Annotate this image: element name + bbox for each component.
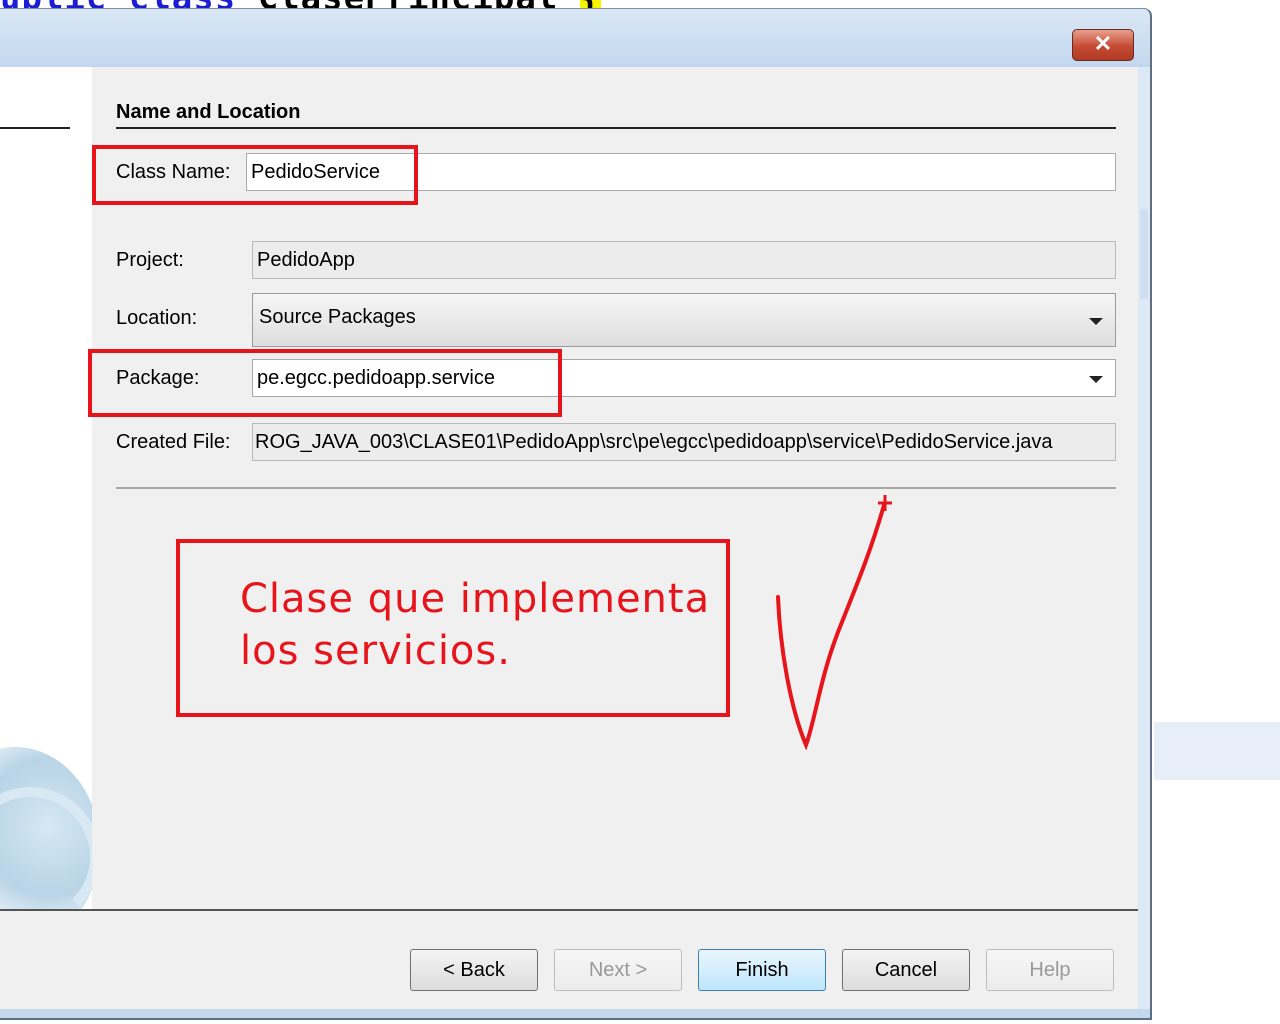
section-rule (116, 127, 1116, 129)
annotation-line-1: Clase que implementa (240, 576, 711, 622)
next-button[interactable]: Next > (554, 949, 682, 991)
new-java-class-dialog: ✕ Name and Location Class Name: PedidoSe… (0, 8, 1152, 1020)
close-icon: ✕ (1093, 31, 1113, 56)
close-button[interactable]: ✕ (1072, 29, 1134, 61)
cancel-button[interactable]: Cancel (842, 949, 970, 991)
created-file-label: Created File: (116, 431, 231, 453)
location-label: Location: (116, 307, 198, 329)
finish-button[interactable]: Finish (698, 949, 826, 991)
help-button[interactable]: Help (986, 949, 1114, 991)
wizard-swoosh-graphic (0, 787, 92, 909)
back-button[interactable]: < Back (410, 949, 538, 991)
class-name-highlight (92, 145, 418, 205)
location-value: Source Packages (259, 306, 416, 328)
title-bar[interactable]: ✕ (0, 9, 1150, 67)
package-highlight (88, 349, 562, 417)
chevron-down-icon (1089, 318, 1103, 325)
background-editor-strip (1154, 722, 1280, 780)
button-bar-separator (0, 909, 1138, 911)
scrollbar-thumb[interactable] (1140, 209, 1148, 299)
project-field: PedidoApp (252, 241, 1116, 279)
annotation-line-2: los servicios. (240, 628, 511, 674)
annotation-text: Clase que implementa los servicios. (240, 573, 710, 677)
chevron-down-icon (1089, 376, 1103, 383)
section-title: Name and Location (116, 101, 301, 123)
location-dropdown[interactable]: Source Packages (252, 293, 1116, 347)
checkmark-icon (776, 495, 892, 751)
created-file-field: ROG_JAVA_003\CLASE01\PedidoApp\src\pe\eg… (252, 423, 1116, 461)
content-separator (116, 487, 1116, 489)
dialog-content: Name and Location Class Name: PedidoServ… (0, 67, 1138, 1009)
steps-panel (0, 67, 92, 909)
steps-divider (0, 127, 70, 129)
project-label: Project: (116, 249, 184, 271)
